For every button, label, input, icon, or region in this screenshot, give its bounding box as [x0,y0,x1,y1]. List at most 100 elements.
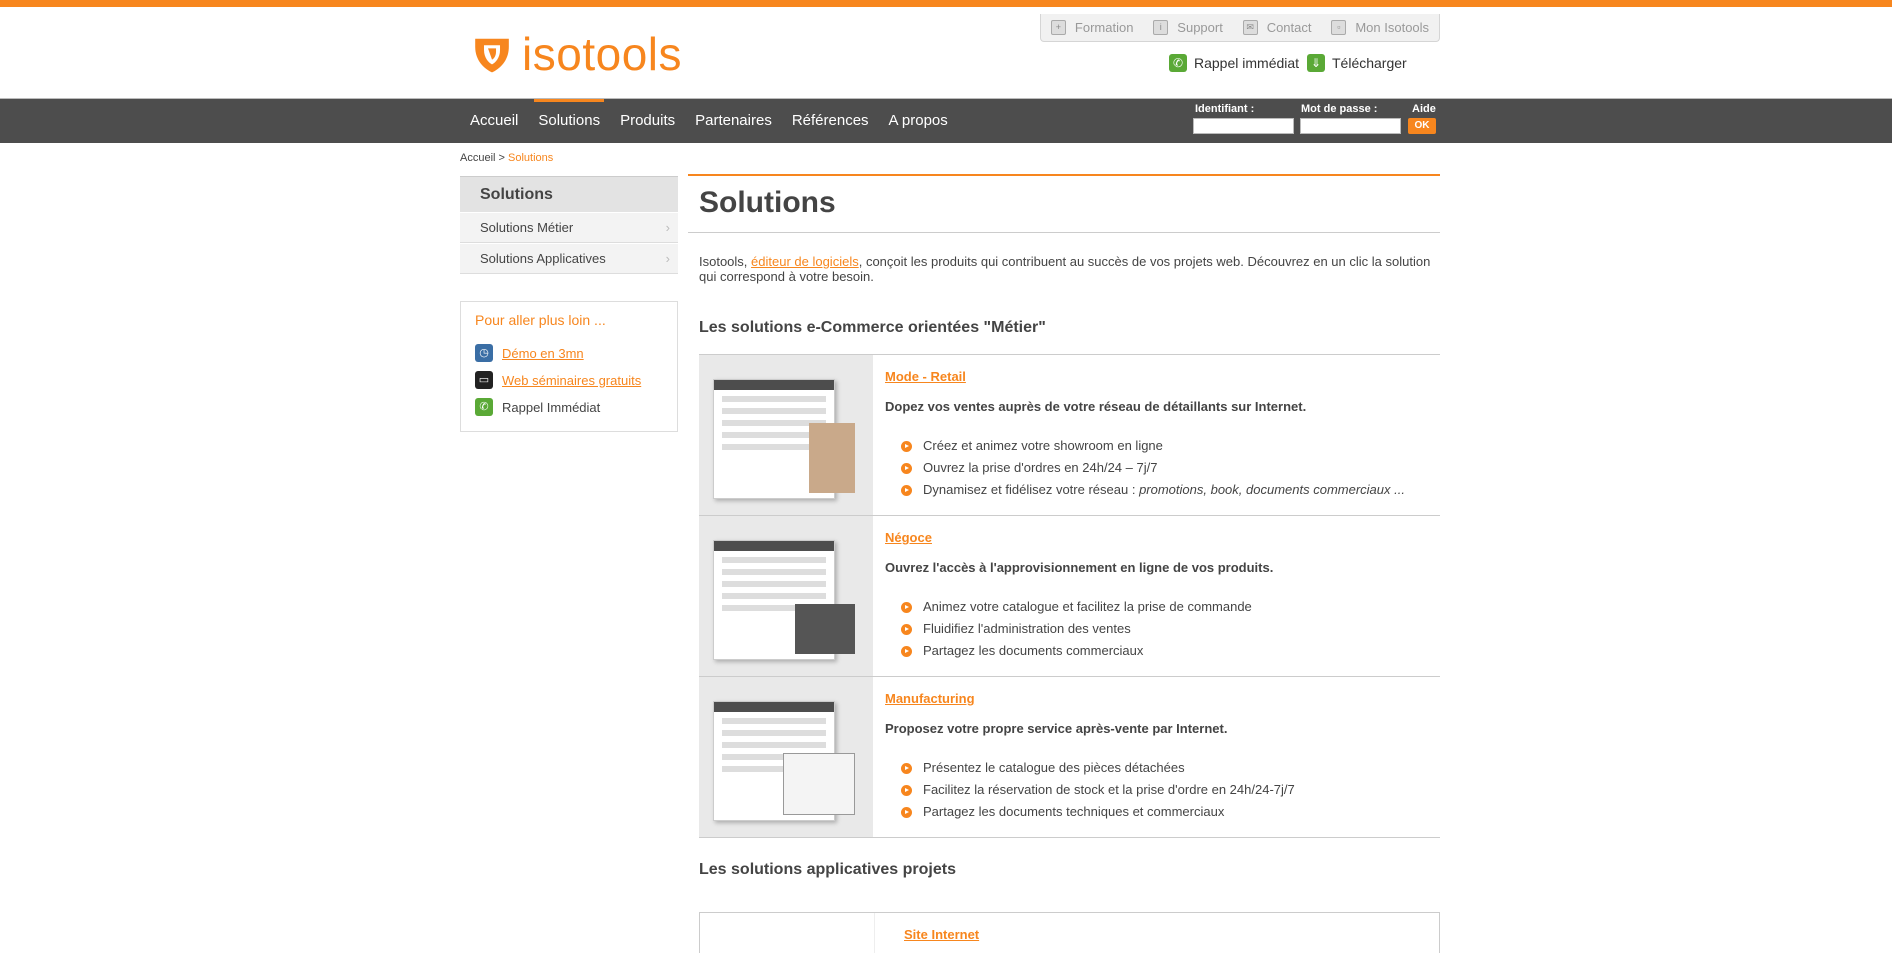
negoce-desc: Ouvrez l'accès à l'approvisionnement en … [885,560,1274,575]
callback-label: Rappel immédiat [1194,55,1300,71]
nav-partenaires[interactable]: Partenaires [685,99,782,143]
download-label: Télécharger [1332,55,1407,71]
chevron-right-icon: › [665,220,670,235]
bullet-icon [901,645,912,657]
more-item-webinaires[interactable]: ▭ Web séminaires gratuits [475,371,641,389]
logo-text: isotools [522,28,682,80]
breadcrumb-separator: > [495,152,509,164]
bullet-icon [901,601,912,613]
toplink-formation-label: Formation [1074,20,1134,35]
password-input[interactable] [1300,118,1401,134]
manufacturing-bullets: Présentez le catalogue des pièces détach… [901,757,1295,823]
sidebar-item-solutions-metier[interactable]: Solutions Métier › [460,212,678,243]
callback-link[interactable]: ✆ Rappel immédiat [1169,54,1299,72]
nav-produits[interactable]: Produits [610,99,685,143]
isotools-logo[interactable]: isotools [472,25,682,83]
bullet-text: Créez et animez votre showroom en ligne [923,438,1163,453]
mode-retail-link[interactable]: Mode - Retail [885,369,966,384]
list-item: Ouvrez la prise d'ordres en 24h/24 – 7j/… [901,457,1405,479]
bullet-text: Dynamisez et fidélisez votre réseau : [923,482,1136,497]
top-accent-stripe [0,0,1892,7]
list-item: Fluidifiez l'administration des ventes [901,618,1252,640]
chevron-right-icon: › [665,251,670,266]
section-applicatives-title: Les solutions applicatives projets [699,861,956,878]
printer-image [795,604,855,654]
main-top-line [688,174,1440,176]
mode-retail-thumbnail [699,355,873,515]
more-box-title: Pour aller plus loin ... [475,312,606,328]
intro-text: Isotools, éditeur de logiciels, conçoit … [699,254,1440,284]
title-divider [688,232,1440,233]
identifiant-label: Identifiant : [1195,103,1255,115]
nav-items: Accueil Solutions Produits Partenaires R… [460,99,958,143]
breadcrumb-current: Solutions [508,152,554,164]
list-item: Partagez les documents techniques et com… [901,801,1295,823]
solution-manufacturing: Manufacturing Proposez votre propre serv… [699,676,1440,838]
list-item: Dynamisez et fidélisez votre réseau : pr… [901,479,1405,501]
screen-icon: ▭ [475,371,493,389]
site-internet-thumbnail [700,913,875,953]
password-label: Mot de passe : [1301,103,1378,115]
more-item-demo[interactable]: ◷ Démo en 3mn [475,344,584,362]
login-ok-button[interactable]: OK [1408,118,1436,134]
nav-accueil[interactable]: Accueil [460,99,528,143]
page-title: Solutions [699,186,836,219]
nav-solutions[interactable]: Solutions [528,99,610,143]
more-item-rappel[interactable]: ✆ Rappel Immédiat [475,398,600,416]
technical-drawing-image [783,753,855,815]
solution-negoce: Négoce Ouvrez l'accès à l'approvisionnem… [699,515,1440,676]
help-link[interactable]: Aide [1412,103,1436,115]
negoce-link[interactable]: Négoce [885,530,932,545]
list-item: Animez votre catalogue et facilitez la p… [901,596,1252,618]
bullet-text: Facilitez la réservation de stock et la … [923,782,1295,797]
toplink-contact[interactable]: ✉ Contact [1242,20,1312,35]
top-links-bar: + Formation i Support ✉ Contact ▫ Mon Isotoo… [1040,14,1440,42]
bullet-icon [901,623,912,635]
phone-icon: ✆ [1169,54,1187,72]
breadcrumb: Accueil > Solutions [460,152,553,164]
toplink-support-label: Support [1177,20,1223,35]
list-item: Facilitez la réservation de stock et la … [901,779,1295,801]
bullet-icon [901,806,912,818]
breadcrumb-home[interactable]: Accueil [460,152,495,164]
nav-a-propos[interactable]: A propos [879,99,958,143]
mode-retail-bullets: Créez et animez votre showroom en ligne … [901,435,1405,501]
webinaires-link[interactable]: Web séminaires gratuits [502,373,641,388]
list-item: Partagez les documents commerciaux [901,640,1252,662]
toplink-contact-label: Contact [1266,20,1312,35]
bullet-italic-text: promotions, book, documents commerciaux … [1139,482,1405,497]
toplink-support[interactable]: i Support [1153,20,1223,35]
sidebar-item-label: Solutions Métier [480,220,574,235]
bullet-text: Partagez les documents commerciaux [923,643,1144,658]
editeur-logiciels-link[interactable]: éditeur de logiciels [751,254,859,269]
more-box: Pour aller plus loin ... ◷ Démo en 3mn ▭… [460,301,678,432]
bullet-text: Fluidifiez l'administration des ventes [923,621,1131,636]
sidebar-item-solutions-applicatives[interactable]: Solutions Applicatives › [460,243,678,274]
solution-mode-retail: Mode - Retail Dopez vos ventes auprès de… [699,354,1440,515]
manufacturing-link[interactable]: Manufacturing [885,691,975,706]
identifiant-input[interactable] [1193,118,1294,134]
toplink-mon-isotools-label: Mon Isotools [1355,20,1430,35]
intro-prefix: Isotools, [699,254,752,269]
formation-icon: + [1050,20,1066,35]
contact-icon: ✉ [1242,20,1258,35]
toplink-mon-isotools[interactable]: ▫ Mon Isotools [1331,20,1429,35]
list-item: Présentez le catalogue des pièces détach… [901,757,1295,779]
support-icon: i [1153,20,1169,35]
demo-link[interactable]: Démo en 3mn [502,346,584,361]
main-nav: Accueil Solutions Produits Partenaires R… [0,98,1892,143]
download-link[interactable]: ⇓ Télécharger [1307,54,1407,72]
bullet-icon [901,762,912,774]
manufacturing-thumbnail [699,677,873,837]
rappel-label: Rappel Immédiat [502,399,601,415]
main-content: Solutions Isotools, éditeur de logiciels… [688,174,1440,953]
mode-retail-desc: Dopez vos ventes auprès de votre réseau … [885,399,1307,414]
site-internet-link[interactable]: Site Internet [904,927,979,942]
toplink-formation[interactable]: + Formation [1050,20,1134,35]
section-metier-title: Les solutions e-Commerce orientées "Méti… [699,319,1046,336]
bullet-text: Présentez le catalogue des pièces détach… [923,760,1185,775]
account-icon: ▫ [1331,20,1347,35]
clock-icon: ◷ [475,344,493,362]
nav-references[interactable]: Références [782,99,879,143]
bullet-icon [901,462,912,474]
